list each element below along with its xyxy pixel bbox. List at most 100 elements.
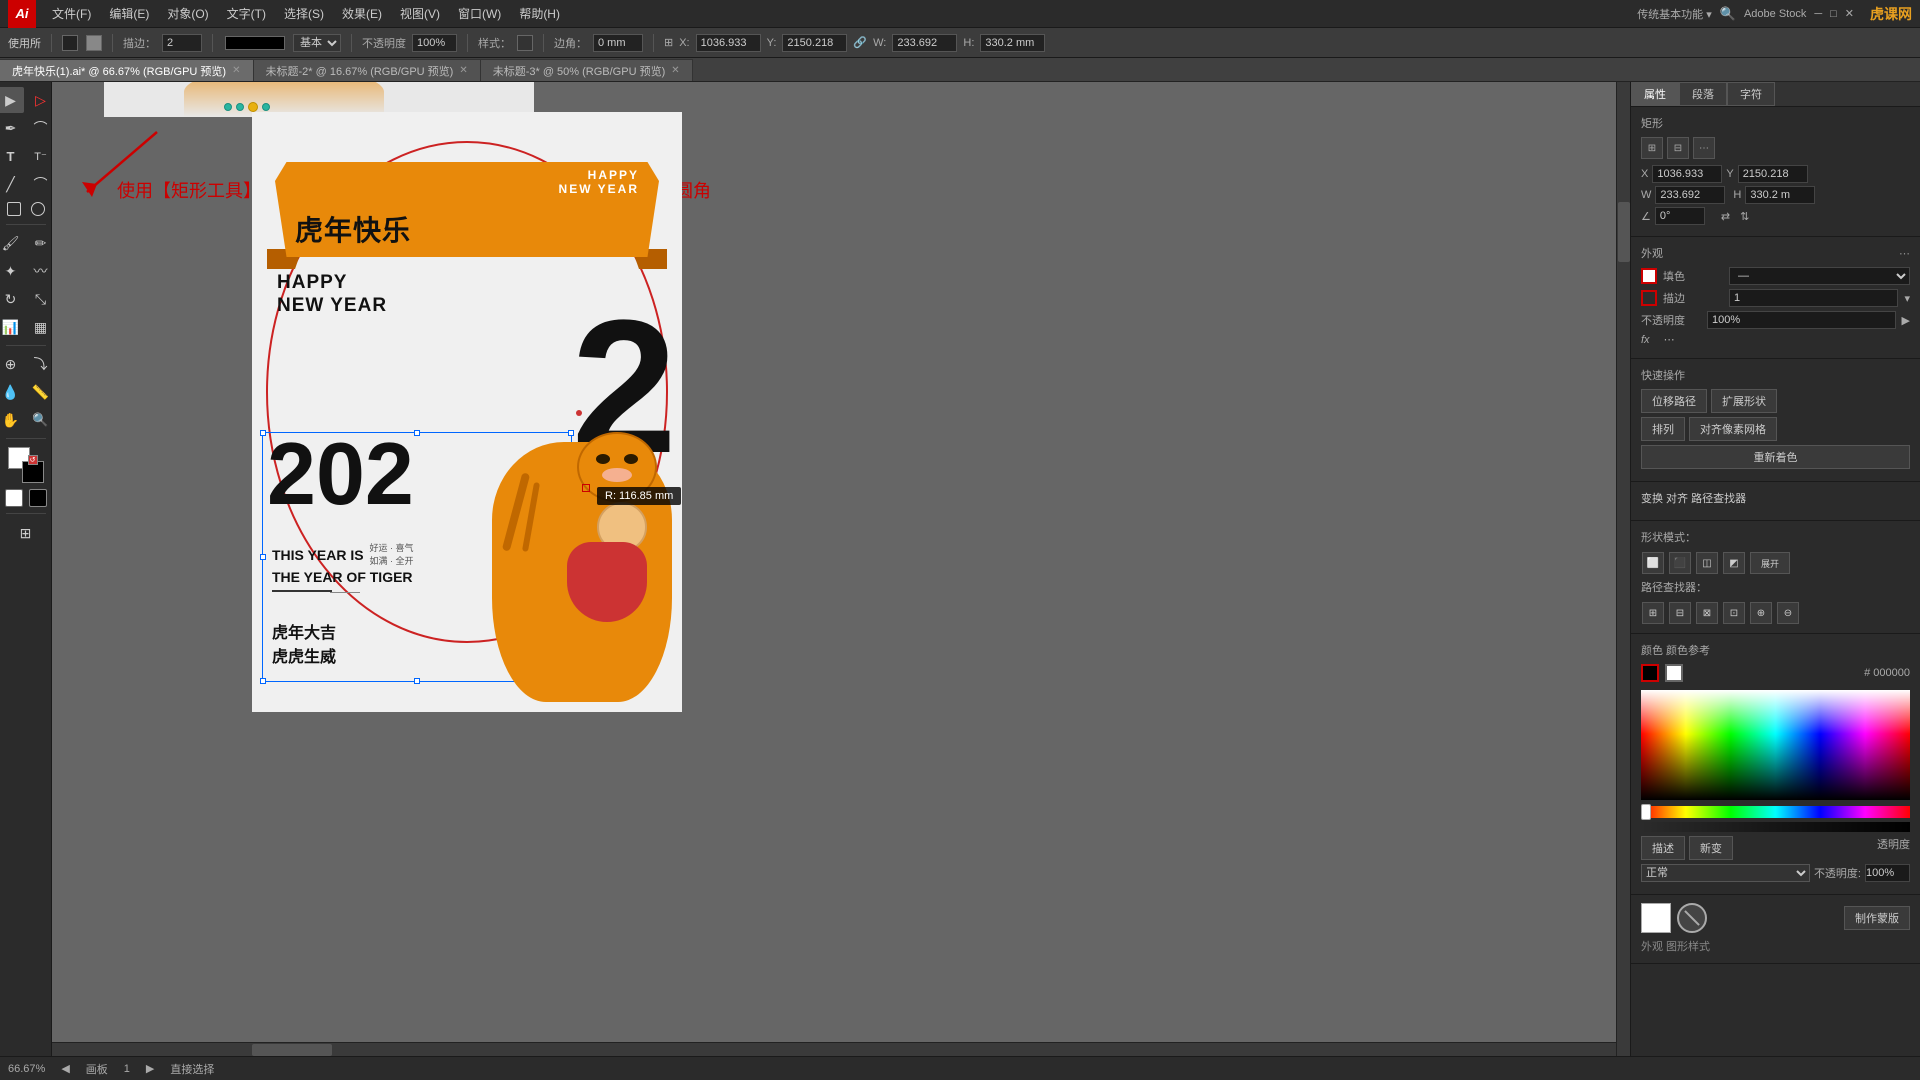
vertical-scrollbar[interactable] [1616, 82, 1630, 1056]
stroke-color-swatch[interactable] [1665, 664, 1683, 682]
graph-tool[interactable]: 📊 [0, 314, 24, 340]
menu-item-view[interactable]: 视图(V) [392, 3, 448, 24]
w-coord-input[interactable] [1655, 186, 1725, 204]
menu-item-file[interactable]: 文件(F) [44, 3, 99, 24]
window-minimize-btn[interactable]: ─ [1814, 8, 1822, 20]
selection-tool[interactable]: ▶ [0, 87, 24, 113]
recolor-btn[interactable]: 重新着色 [1641, 445, 1910, 469]
scale-tool[interactable]: ⤡ [28, 286, 54, 312]
y-coord-input[interactable] [1738, 165, 1808, 183]
horizontal-scrollbar[interactable] [52, 1042, 1616, 1056]
vertical-scrollbar-thumb[interactable] [1618, 202, 1630, 262]
expand-panel-btn[interactable]: ⋯ [1693, 137, 1715, 159]
opacity-chevron[interactable]: ▶ [1902, 314, 1910, 327]
stroke-indicator[interactable] [1641, 290, 1657, 306]
rotate-tool[interactable]: ↻ [0, 286, 24, 312]
direct-selection-tool[interactable]: ▷ [28, 87, 54, 113]
tab-3[interactable]: 未标题-3* @ 50% (RGB/GPU 预览) ✕ [481, 59, 693, 81]
h-input[interactable] [980, 34, 1045, 52]
zoom-tool[interactable]: 🔍 [28, 407, 54, 433]
color-gradient-picker[interactable] [1641, 690, 1910, 800]
artboard-tool[interactable]: ⊞ [13, 520, 39, 546]
fx-label[interactable]: fx [1641, 334, 1650, 346]
tab-2[interactable]: 未标题-2* @ 16.67% (RGB/GPU 预览) ✕ [254, 59, 481, 81]
column-graph-tool[interactable]: ▦ [28, 314, 54, 340]
curvature-tool[interactable]: ⌒ [28, 115, 54, 141]
flip-v-btn[interactable]: ⇅ [1740, 210, 1749, 223]
hsb-btn[interactable]: 新变 [1689, 836, 1733, 860]
angle-input[interactable] [1655, 207, 1705, 225]
canvas-area[interactable]: 使用【矩形工具】绘制矩形，使用【直接选择工具】为顶部两锚点拉出圆角 [52, 82, 1630, 1056]
transform-icon[interactable]: ⊞ [664, 36, 673, 49]
arc-tool[interactable]: ⌒ [28, 171, 54, 197]
line-segment-tool[interactable]: ╱ [0, 171, 24, 197]
tab-1[interactable]: 虎年快乐(1).ai* @ 66.67% (RGB/GPU 预览) ✕ [0, 59, 254, 81]
expand-shape-btn[interactable]: 扩展形状 [1711, 389, 1777, 413]
flip-h-btn[interactable]: ⇄ [1721, 210, 1730, 223]
fill-color-swatch[interactable] [1641, 664, 1659, 682]
x-input[interactable] [696, 34, 761, 52]
align-pixel-btn[interactable]: 对齐像素网格 [1689, 417, 1777, 441]
fx-more-icon[interactable]: ⋯ [1664, 333, 1675, 346]
arrange-btn[interactable]: 排列 [1641, 417, 1685, 441]
blend-mode-select[interactable]: 正常 [1641, 864, 1810, 882]
rgb-btn[interactable]: 描述 [1641, 836, 1685, 860]
crop-btn[interactable]: ⊡ [1723, 602, 1745, 624]
panel-tab-character[interactable]: 字符 [1727, 82, 1775, 106]
measure-tool[interactable]: 📏 [28, 379, 54, 405]
horizontal-scrollbar-thumb[interactable] [252, 1044, 332, 1056]
minus-back-btn[interactable]: ⊖ [1777, 602, 1799, 624]
expand-btn[interactable]: 展开 [1750, 552, 1790, 574]
panel-tab-paragraph[interactable]: 段落 [1679, 82, 1727, 106]
pencil-tool[interactable]: ✏ [28, 230, 54, 256]
tab-3-close[interactable]: ✕ [671, 65, 679, 76]
window-close-btn[interactable]: ✕ [1845, 7, 1854, 20]
no-icon[interactable] [1677, 903, 1707, 933]
outline-btn[interactable]: ⊕ [1750, 602, 1772, 624]
rectangle-tool[interactable] [7, 202, 21, 216]
color-spectrum-bar[interactable] [1641, 806, 1910, 818]
opacity-input[interactable] [412, 34, 457, 52]
chain-icon[interactable]: 🔗 [853, 36, 867, 49]
touch-type-tool[interactable]: T⁻ [28, 143, 54, 169]
menu-item-edit[interactable]: 编辑(E) [101, 3, 157, 24]
menu-item-select[interactable]: 选择(S) [276, 3, 332, 24]
unite-btn[interactable]: ⬜ [1642, 552, 1664, 574]
tab-2-close[interactable]: ✕ [459, 65, 467, 76]
stroke-chevron[interactable]: ▾ [1904, 292, 1910, 305]
menu-item-effect[interactable]: 效果(E) [334, 3, 390, 24]
black-swatch[interactable] [29, 489, 47, 507]
pen-tool[interactable]: ✒ [0, 115, 24, 141]
divide-btn[interactable]: ⊞ [1642, 602, 1664, 624]
transform-icon-2[interactable]: ⊟ [1667, 137, 1689, 159]
opacity-gradient-bar[interactable] [1641, 822, 1910, 832]
corner-input[interactable] [593, 34, 643, 52]
merge-btn[interactable]: ⊠ [1696, 602, 1718, 624]
symbol-sprayer-tool[interactable]: ⊕ [0, 351, 24, 377]
ellipse-tool[interactable] [31, 202, 45, 216]
tab-1-close[interactable]: ✕ [232, 65, 240, 76]
adobe-stock-label[interactable]: Adobe Stock [1744, 8, 1806, 20]
menu-item-text[interactable]: 文字(T) [219, 3, 274, 24]
stroke-icon[interactable] [62, 35, 78, 51]
offset-path-btn[interactable]: 位移路径 [1641, 389, 1707, 413]
nav-prev-btn[interactable]: ◀ [61, 1062, 69, 1075]
h-coord-input[interactable] [1745, 186, 1815, 204]
fill-select[interactable]: — [1729, 267, 1910, 285]
menu-item-object[interactable]: 对象(O) [159, 3, 216, 24]
transform-icon-1[interactable]: ⊞ [1641, 137, 1663, 159]
exclude-btn[interactable]: ◩ [1723, 552, 1745, 574]
hand-tool[interactable]: ✋ [0, 407, 24, 433]
make-clipping-mask-btn[interactable]: 制作蒙版 [1844, 906, 1910, 930]
smooth-tool[interactable]: 〰 [28, 258, 54, 284]
warp-tool[interactable]: ⤵ [28, 351, 54, 377]
panel-tab-properties[interactable]: 属性 [1631, 82, 1679, 106]
window-maximize-btn[interactable]: □ [1830, 8, 1837, 20]
fill-indicator[interactable] [1641, 268, 1657, 284]
minus-front-btn[interactable]: ⬛ [1669, 552, 1691, 574]
menu-item-help[interactable]: 帮助(H) [511, 3, 568, 24]
stroke-width-input[interactable] [162, 34, 202, 52]
intersect-btn[interactable]: ◫ [1696, 552, 1718, 574]
eyedropper-tool[interactable]: 💧 [0, 379, 24, 405]
stroke-style-select[interactable]: 基本 [293, 34, 341, 52]
